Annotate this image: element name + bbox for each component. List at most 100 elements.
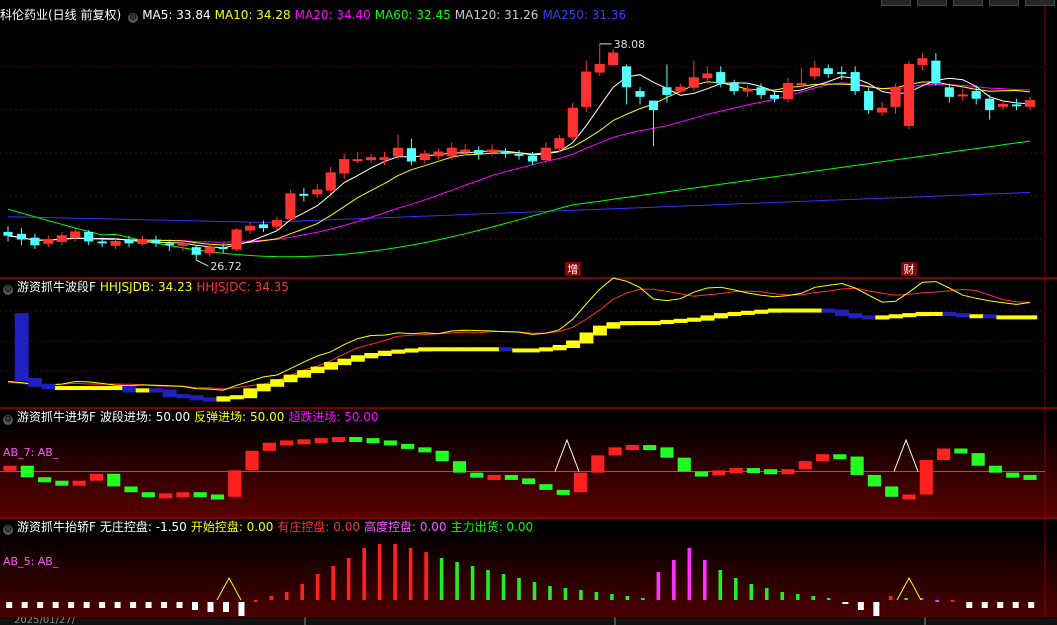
- band-block: [391, 349, 406, 354]
- candle-body: [998, 103, 1009, 107]
- candle-body: [540, 147, 551, 161]
- p2-bar: [72, 480, 86, 486]
- candle-body: [823, 68, 833, 74]
- candle-body: [339, 159, 350, 174]
- settings-icon[interactable]: ⚙: [3, 525, 13, 535]
- main-indicator-3: MA60: 32.45: [374, 8, 451, 22]
- candle-body: [56, 235, 67, 242]
- band-block: [794, 308, 809, 313]
- settings-icon[interactable]: ⚙: [128, 13, 139, 23]
- p2-indicator-1: 反弹进场: 50.00: [194, 410, 285, 424]
- main-indicator-2: MA20: 34.40: [294, 8, 371, 22]
- p2-bar: [418, 447, 432, 453]
- p3-bar: [610, 594, 614, 600]
- candle-body: [474, 150, 484, 154]
- candle-body: [137, 239, 148, 244]
- p2-bar: [988, 465, 1002, 473]
- candle-body: [110, 240, 121, 246]
- band-block: [55, 386, 70, 391]
- p2-indicator-0: 波段进场: 50.00: [99, 410, 191, 424]
- p3-bar: [238, 602, 245, 616]
- p2-bar: [20, 465, 34, 478]
- p3-bar: [842, 602, 849, 604]
- p1-indicators: HHJSJDB: 34.23 HHJSJDC: 34.35: [100, 280, 293, 294]
- p2-bar: [764, 469, 778, 475]
- candle-body: [366, 157, 377, 161]
- p2-bar: [331, 437, 346, 442]
- band-block: [767, 308, 782, 313]
- p2-header: ⚙ 游资抓牛进场F 波段进场: 50.00 反弹进场: 50.00 超跌进场: 50.0…: [0, 409, 387, 425]
- candle-body: [177, 242, 188, 246]
- band-block: [458, 347, 473, 352]
- p2-bar: [1006, 472, 1020, 478]
- band-block: [996, 315, 1011, 320]
- p1-title[interactable]: 游资抓牛波段F: [17, 280, 96, 294]
- band-block: [727, 311, 742, 317]
- marker-cai: 财: [903, 262, 914, 276]
- p3-title[interactable]: 游资抓牛抬轿F: [17, 520, 96, 534]
- p2-bar: [815, 454, 830, 462]
- p3-bar: [594, 592, 599, 600]
- p3-bar: [935, 600, 939, 602]
- candle-body: [312, 189, 323, 195]
- p3-ab-label: AB_5: AB_: [3, 555, 59, 568]
- p3-bar: [424, 552, 428, 600]
- p2-bar: [228, 470, 242, 497]
- band-block: [324, 362, 338, 370]
- p2-bar: [176, 492, 190, 498]
- p3-bar: [408, 548, 413, 600]
- p3-bar: [950, 600, 955, 602]
- stock-title[interactable]: 科伦药业(日线 前复权): [0, 8, 121, 22]
- band-block: [270, 379, 285, 387]
- p2-bar: [798, 461, 812, 470]
- p3-bar: [269, 596, 274, 600]
- p3-bar: [687, 548, 692, 600]
- p2-bar: [608, 447, 622, 456]
- p3-bar: [455, 562, 459, 600]
- toolbar-button[interactable]: [1025, 0, 1055, 6]
- settings-icon[interactable]: ⚙: [3, 285, 13, 295]
- p3-bar: [780, 592, 785, 600]
- band-block: [310, 366, 325, 374]
- band-block: [216, 396, 231, 402]
- band-block: [592, 325, 607, 336]
- band-block: [808, 308, 823, 313]
- settings-icon[interactable]: ⚙: [3, 415, 13, 425]
- main-indicator-0: MA5: 33.84: [142, 8, 211, 22]
- p3-bar: [346, 558, 351, 600]
- p2-bar: [89, 473, 104, 481]
- candle-body: [1011, 104, 1022, 107]
- toolbar-button[interactable]: [881, 0, 911, 6]
- p3-bar: [517, 578, 521, 600]
- candle-body: [864, 91, 874, 111]
- candle-body: [567, 107, 578, 138]
- p2-bar: [954, 448, 968, 454]
- p3-bar: [966, 602, 973, 608]
- p2-bar: [573, 472, 588, 493]
- p2-bar: [936, 448, 951, 460]
- p3-bar: [486, 570, 490, 600]
- toolbar-button[interactable]: [953, 0, 983, 6]
- p3-bar: [439, 558, 444, 600]
- p2-bar: [625, 445, 639, 451]
- candle-body: [622, 66, 632, 88]
- toolbar-button[interactable]: [989, 0, 1019, 6]
- candle-body: [43, 239, 54, 244]
- band-block: [68, 386, 83, 391]
- p2-bar: [401, 443, 415, 449]
- p3-bar: [377, 544, 382, 600]
- p2-bar: [504, 474, 518, 480]
- candle-body: [971, 91, 981, 99]
- band-block: [162, 389, 177, 398]
- band-block: [498, 347, 513, 352]
- p2-title[interactable]: 游资抓牛进场F: [17, 410, 96, 424]
- band-block: [902, 313, 917, 318]
- p2-bar: [366, 438, 380, 444]
- band-block: [350, 355, 365, 362]
- p2-bar: [107, 473, 121, 487]
- toolbar-button[interactable]: [917, 0, 947, 6]
- candle-body: [419, 153, 430, 161]
- p3-bar: [176, 602, 183, 608]
- candle-body: [151, 239, 161, 244]
- top-toolbar[interactable]: [881, 0, 1055, 6]
